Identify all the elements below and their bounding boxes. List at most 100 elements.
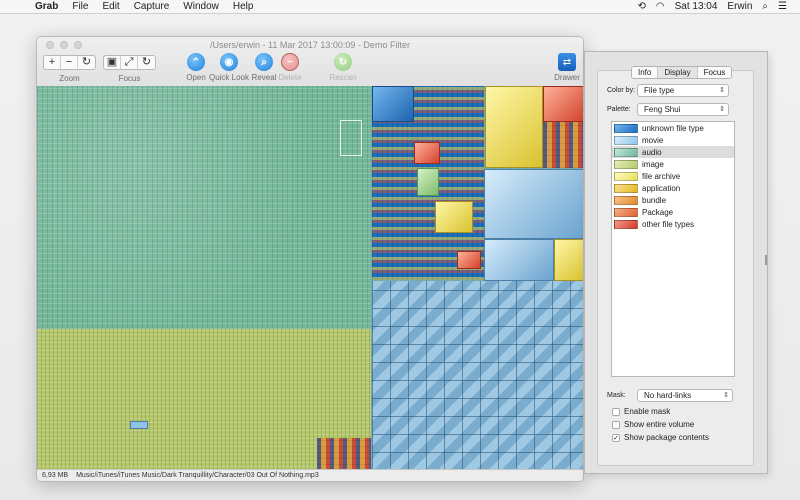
file-type-legend[interactable]: unknown file type movie audio image file… [611, 121, 735, 377]
delete-icon: − [281, 53, 299, 71]
treemap-movie-tiles[interactable] [372, 281, 583, 471]
menubar-user[interactable]: Erwin [722, 1, 757, 12]
show-entire-volume-label: Show entire volume [624, 420, 695, 429]
treemap-small-movie-block[interactable] [130, 421, 148, 429]
legend-swatch [614, 219, 638, 229]
treemap-archive-block-1[interactable] [485, 86, 543, 168]
treemap-movie-block-large[interactable] [484, 169, 583, 239]
focus-group: ▣ ⤢ ↻ Focus [103, 55, 156, 83]
zoom-in-icon[interactable]: + [44, 56, 61, 69]
tab-display[interactable]: Display [658, 67, 698, 78]
palette-value: Feng Shui [644, 105, 681, 114]
legend-item[interactable]: movie [612, 134, 734, 146]
drawer-toggle-icon: ⇄ [558, 53, 576, 71]
color-by-row: Color by: File type ⇕ [607, 84, 729, 97]
palette-select[interactable]: Feng Shui ⇕ [637, 103, 729, 116]
focus-segmented-control: ▣ ⤢ ↻ [103, 55, 156, 70]
show-package-contents-row[interactable]: ✓ Show package contents [612, 433, 709, 442]
legend-swatch [614, 183, 638, 193]
treemap-selection-highlight [340, 120, 362, 156]
mask-select[interactable]: No hard-links ⇕ [637, 389, 733, 402]
spotlight-icon[interactable]: ⌕ [757, 1, 773, 12]
treemap-green-block[interactable] [417, 168, 439, 196]
chevron-updown-icon: ⇕ [719, 106, 725, 113]
mask-label: Mask: [607, 392, 626, 399]
focus-selection-icon[interactable]: ▣ [104, 56, 121, 69]
legend-item-selected[interactable]: audio [612, 146, 734, 158]
settings-drawer: Info Display Focus Color by: File type ⇕… [584, 51, 768, 474]
legend-item[interactable]: unknown file type [612, 122, 734, 134]
quick-look-label: Quick Look [208, 73, 250, 82]
enable-mask-label: Enable mask [624, 407, 671, 416]
show-package-contents-checkbox[interactable]: ✓ [612, 433, 620, 442]
zoom-group: + − ↻ Zoom [43, 55, 96, 83]
wifi-icon[interactable]: ◠ [651, 1, 670, 12]
delete-label: Delete [278, 73, 302, 82]
treemap-archive-block-2[interactable] [435, 201, 473, 233]
menu-help[interactable]: Help [226, 1, 261, 12]
treemap-view[interactable] [37, 86, 583, 471]
zoom-out-icon[interactable]: − [61, 56, 78, 69]
delete-button[interactable]: − Delete [270, 53, 310, 82]
menu-edit[interactable]: Edit [95, 1, 126, 12]
menu-file[interactable]: File [65, 1, 95, 12]
menu-window[interactable]: Window [176, 1, 226, 12]
palette-row: Palette: Feng Shui ⇕ [607, 103, 729, 116]
focus-reset-icon[interactable]: ↻ [138, 56, 155, 69]
treemap-unknown-block[interactable] [372, 86, 414, 122]
refresh-icon: ↻ [334, 53, 352, 71]
eye-icon: ◉ [220, 53, 238, 71]
status-menus: ⟲ ◠ Sat 13:04 Erwin ⌕ ☰ [632, 1, 800, 12]
quick-look-button[interactable]: ◉ Quick Look [209, 53, 249, 82]
legend-label: file archive [642, 171, 681, 181]
treemap-mixed-block-bottom[interactable] [317, 438, 371, 471]
zoom-reset-icon[interactable]: ↻ [78, 56, 95, 69]
menu-capture[interactable]: Capture [127, 1, 177, 12]
color-by-label: Color by: [607, 87, 636, 94]
drawer-resize-handle[interactable] [765, 255, 767, 265]
legend-swatch [614, 207, 638, 217]
show-entire-volume-row[interactable]: Show entire volume [612, 420, 694, 429]
drawer-button[interactable]: ⇄ Drawer [547, 53, 583, 82]
legend-label: audio [642, 147, 662, 157]
legend-swatch [614, 159, 638, 169]
treemap-movie-block-medium[interactable] [484, 239, 554, 281]
legend-swatch [614, 171, 638, 181]
time-machine-icon[interactable]: ⟲ [632, 1, 650, 12]
legend-label: image [642, 159, 664, 169]
menu-app-name[interactable]: Grab [28, 1, 65, 12]
legend-swatch [614, 147, 638, 157]
show-entire-volume-checkbox[interactable] [612, 420, 620, 429]
palette-label: Palette: [607, 106, 631, 113]
treemap-other-block-2[interactable] [543, 86, 583, 122]
notification-center-icon[interactable]: ☰ [773, 1, 792, 12]
legend-item[interactable]: file archive [612, 170, 734, 182]
status-file-size: 6,93 MB [42, 472, 69, 479]
color-by-select[interactable]: File type ⇕ [637, 84, 729, 97]
enable-mask-checkbox[interactable] [612, 407, 620, 416]
tab-info[interactable]: Info [632, 67, 659, 78]
drawer-label: Drawer [554, 73, 580, 82]
menu-bar: Grab File Edit Capture Window Help ⟲ ◠ S… [0, 0, 800, 14]
treemap-audio-block[interactable] [37, 86, 371, 329]
legend-item[interactable]: Package [612, 206, 734, 218]
focus-expand-icon[interactable]: ⤢ [121, 56, 138, 69]
chevron-updown-icon: ⇕ [719, 87, 725, 94]
legend-item[interactable]: application [612, 182, 734, 194]
treemap-other-block-1[interactable] [414, 142, 440, 164]
treemap-mixed-block-right[interactable] [543, 122, 583, 168]
menubar-clock[interactable]: Sat 13:04 [670, 1, 723, 12]
treemap-archive-block-3[interactable] [554, 239, 583, 281]
legend-item[interactable]: bundle [612, 194, 734, 206]
status-bar: 6,93 MB Music/iTunes/iTunes Music/Dark T… [37, 469, 583, 481]
legend-item[interactable]: other file types [612, 218, 734, 230]
rescan-button[interactable]: ↻ Rescan [323, 53, 363, 82]
legend-label: movie [642, 135, 664, 145]
chevron-updown-icon: ⇕ [723, 392, 729, 399]
enable-mask-row[interactable]: Enable mask [612, 407, 670, 416]
tab-focus[interactable]: Focus [697, 67, 732, 78]
status-file-path: Music/iTunes/iTunes Music/Dark Tranquill… [76, 472, 319, 479]
legend-item[interactable]: image [612, 158, 734, 170]
color-by-value: File type [644, 86, 675, 95]
treemap-other-block-3[interactable] [457, 251, 481, 269]
